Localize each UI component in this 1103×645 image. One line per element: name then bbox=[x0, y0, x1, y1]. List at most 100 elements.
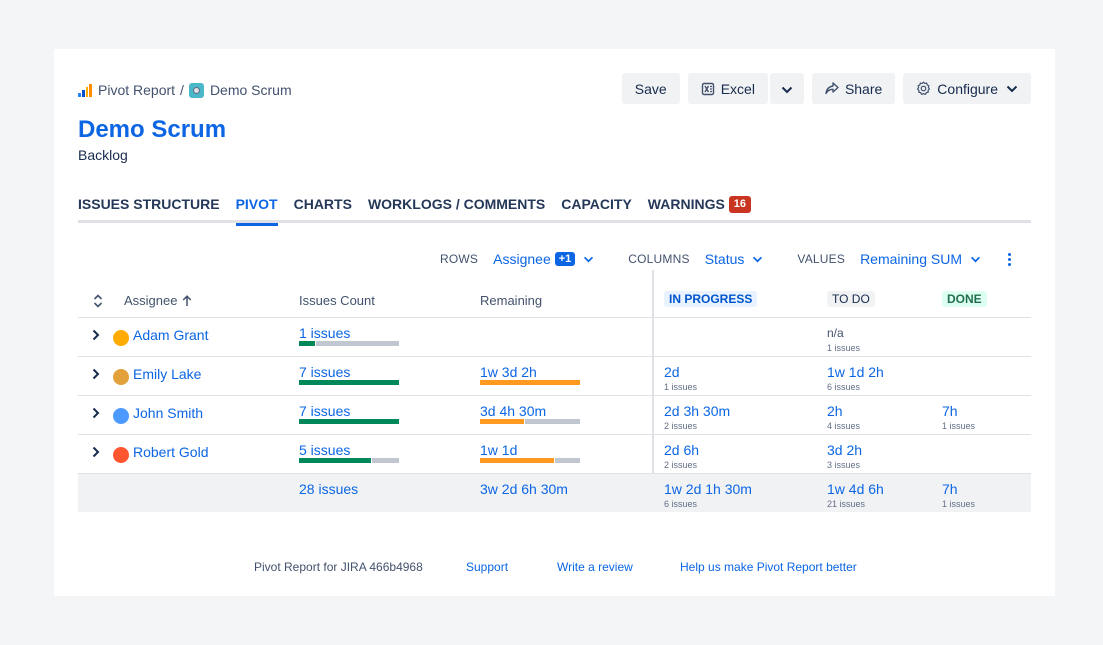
excel-options-button[interactable] bbox=[769, 73, 804, 104]
total-in-progress-issues-count: 6 issues bbox=[664, 499, 698, 509]
more-options-icon[interactable] bbox=[1006, 253, 1012, 266]
avatar bbox=[113, 408, 129, 424]
breadcrumb-project-link[interactable]: Demo Scrum bbox=[188, 82, 292, 98]
breadcrumb-separator: / bbox=[180, 82, 184, 98]
todo-issues-count: 4 issues bbox=[827, 421, 861, 431]
in-progress-link[interactable]: 2d bbox=[664, 364, 680, 380]
columns-dropdown[interactable]: Status bbox=[705, 251, 764, 267]
issues-count-bar bbox=[299, 380, 399, 385]
tab-pivot[interactable]: PIVOT bbox=[235, 195, 278, 226]
gear-icon bbox=[916, 81, 931, 96]
chevron-right-icon[interactable] bbox=[92, 368, 100, 380]
rows-dropdown[interactable]: Assignee +1 bbox=[493, 251, 594, 267]
todo-link[interactable]: 2h bbox=[827, 403, 843, 419]
remaining-bar bbox=[480, 458, 580, 463]
todo-link[interactable]: 3d 2h bbox=[827, 442, 862, 458]
issues-count-link[interactable]: 5 issues bbox=[299, 442, 350, 458]
total-done-link[interactable]: 7h bbox=[942, 481, 958, 497]
breadcrumb-app-label: Pivot Report bbox=[98, 82, 176, 98]
pivot-controls: ROWS Assignee +1 COLUMNS Status VALUES R… bbox=[440, 251, 981, 267]
issues-count-bar bbox=[299, 419, 399, 424]
breadcrumb-app-link[interactable]: Pivot Report bbox=[78, 82, 175, 98]
remaining-bar bbox=[480, 380, 580, 385]
remaining-header[interactable]: Remaining bbox=[480, 293, 542, 308]
breadcrumb: Pivot Report / Demo Scrum bbox=[78, 80, 292, 100]
issues-count-link[interactable]: 7 issues bbox=[299, 364, 350, 380]
tab-label: WORKLOGS / COMMENTS bbox=[367, 196, 546, 212]
values-dropdown[interactable]: Remaining SUM bbox=[860, 251, 981, 267]
rows-extra-badge: +1 bbox=[554, 252, 576, 266]
footer-review-link[interactable]: Write a review bbox=[557, 560, 633, 574]
bar-gap bbox=[371, 458, 372, 463]
tab-charts[interactable]: CHARTS bbox=[294, 195, 352, 223]
sort-ascending-icon bbox=[182, 294, 192, 307]
chevron-right-icon[interactable] bbox=[92, 329, 100, 341]
tab-issues-structure[interactable]: ISSUES STRUCTURE bbox=[78, 195, 220, 223]
chevron-right-icon[interactable] bbox=[92, 446, 100, 458]
save-button[interactable]: Save bbox=[621, 73, 680, 104]
footer-help-link[interactable]: Help us make Pivot Report better bbox=[680, 560, 857, 574]
configure-button[interactable]: Configure bbox=[903, 73, 1031, 104]
total-in-progress-link[interactable]: 1w 2d 1h 30m bbox=[664, 481, 752, 497]
todo-issues-count: 6 issues bbox=[827, 382, 861, 392]
total-done-issues-count: 1 issues bbox=[942, 499, 976, 509]
pivot-report-logo-icon bbox=[78, 83, 92, 97]
todo-value: n/a bbox=[827, 326, 844, 340]
expand-collapse-all-icon[interactable] bbox=[93, 294, 103, 308]
assignee-link[interactable]: John Smith bbox=[133, 405, 203, 421]
in-progress-issues-count: 1 issues bbox=[664, 382, 698, 392]
share-button[interactable]: Share bbox=[811, 73, 896, 104]
assignee-link[interactable]: Emily Lake bbox=[133, 366, 201, 382]
in-progress-link[interactable]: 2d 3h 30m bbox=[664, 403, 730, 419]
total-todo-link[interactable]: 1w 4d 6h bbox=[827, 481, 884, 497]
values-value: Remaining SUM bbox=[860, 251, 962, 267]
tab-label: WARNINGS bbox=[647, 196, 725, 212]
table-row: John Smith 7 issues 3d 4h 30m 2d 3h 30m … bbox=[78, 396, 1031, 435]
done-link[interactable]: 7h bbox=[942, 403, 958, 419]
remaining-bar-fill bbox=[480, 458, 554, 463]
footer-support-link[interactable]: Support bbox=[466, 560, 508, 574]
tab-warnings[interactable]: WARNINGS 16 bbox=[647, 195, 752, 223]
remaining-link[interactable]: 1w 1d bbox=[480, 442, 517, 458]
issues-count-header[interactable]: Issues Count bbox=[299, 293, 375, 308]
report-card: Pivot Report / Demo Scrum Save Excel Sha… bbox=[54, 49, 1055, 596]
chevron-right-icon[interactable] bbox=[92, 407, 100, 419]
tab-capacity[interactable]: CAPACITY bbox=[561, 195, 632, 223]
issues-count-link[interactable]: 1 issues bbox=[299, 325, 350, 341]
values-label: VALUES bbox=[797, 252, 846, 266]
save-label: Save bbox=[634, 80, 667, 97]
excel-label: Excel bbox=[720, 80, 755, 97]
remaining-link[interactable]: 3d 4h 30m bbox=[480, 403, 546, 419]
table-row: Robert Gold 5 issues 1w 1d 2d 6h 2 issue… bbox=[78, 435, 1031, 474]
assignee-header[interactable]: Assignee bbox=[124, 293, 192, 308]
footer-version: Pivot Report for JIRA 466b4968 bbox=[254, 560, 423, 574]
avatar bbox=[113, 369, 129, 385]
remaining-bar bbox=[480, 419, 580, 424]
remaining-bar-fill bbox=[480, 380, 580, 385]
tab-worklogs-comments[interactable]: WORKLOGS / COMMENTS bbox=[368, 195, 545, 223]
remaining-link[interactable]: 1w 3d 2h bbox=[480, 364, 537, 380]
status-todo-lozenge: TO DO bbox=[827, 291, 875, 307]
todo-link[interactable]: 1w 1d 2h bbox=[827, 364, 884, 380]
in-progress-issues-count: 2 issues bbox=[664, 460, 698, 470]
bar-gap bbox=[524, 419, 525, 424]
avatar bbox=[113, 447, 129, 463]
project-avatar-icon bbox=[188, 82, 204, 98]
assignee-link[interactable]: Robert Gold bbox=[133, 444, 208, 460]
chevron-down-icon bbox=[752, 256, 763, 263]
issues-count-bar bbox=[299, 341, 399, 346]
totals-row: 28 issues 3w 2d 6h 30m 1w 2d 1h 30m 6 is… bbox=[78, 474, 1031, 512]
count-bar-fill bbox=[299, 458, 371, 463]
status-done-lozenge: DONE bbox=[942, 291, 987, 307]
table-row: Emily Lake 7 issues 1w 3d 2h 2d 1 issues… bbox=[78, 357, 1031, 396]
issues-count-link[interactable]: 7 issues bbox=[299, 403, 350, 419]
bar-gap bbox=[554, 458, 555, 463]
total-remaining-link[interactable]: 3w 2d 6h 30m bbox=[480, 481, 568, 497]
todo-issues-count: 1 issues bbox=[827, 343, 861, 353]
in-progress-link[interactable]: 2d 6h bbox=[664, 442, 699, 458]
status-in-progress-lozenge: IN PROGRESS bbox=[664, 291, 758, 307]
issues-count-bar bbox=[299, 458, 399, 463]
assignee-link[interactable]: Adam Grant bbox=[133, 327, 208, 343]
excel-button[interactable]: Excel bbox=[687, 73, 768, 104]
total-issues-count-link[interactable]: 28 issues bbox=[299, 481, 358, 497]
